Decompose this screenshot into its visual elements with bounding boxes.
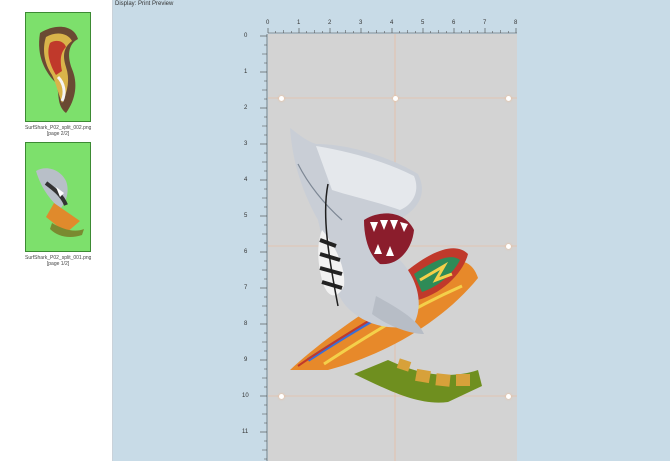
ruler-label: 2 [328, 20, 332, 26]
ruler-label: 7 [483, 20, 487, 26]
resize-handle-icon[interactable] [279, 394, 284, 399]
ruler-label: 7 [244, 285, 248, 291]
ruler-label: 3 [359, 20, 363, 26]
ruler-label: 5 [421, 20, 425, 26]
ruler-label: 6 [452, 20, 456, 26]
thumbnail-item[interactable]: SurfShark_P02_split_001.png [page 1/2] [25, 142, 91, 267]
ruler-label: 8 [514, 20, 518, 26]
resize-handle-icon[interactable] [506, 244, 511, 249]
ruler-label: 1 [244, 69, 248, 75]
ruler-label: 3 [244, 141, 248, 147]
shark-tail-thumb-icon [39, 26, 78, 113]
ruler-label: 11 [242, 429, 249, 435]
ruler-label: 4 [390, 20, 394, 26]
print-preview-window: SurfShark_P02_split_002.png [page 2/2] S… [0, 0, 670, 461]
print-page[interactable] [268, 34, 517, 461]
resize-handle-icon[interactable] [279, 96, 284, 101]
thumbnail-panel: SurfShark_P02_split_002.png [page 2/2] S… [0, 0, 113, 461]
thumbnail-page: [page 1/2] [46, 261, 70, 267]
display-mode-label: Display: Print Preview [115, 1, 174, 7]
thumbnail-image[interactable] [25, 12, 91, 122]
ruler-label: 4 [244, 177, 248, 183]
preview-workspace[interactable]: Display: Print Preview 0 1 2 3 4 5 6 7 8 0 1 2 3 4 5 6… [113, 0, 670, 461]
ruler-label: 9 [244, 357, 248, 363]
ruler-label: 0 [244, 33, 248, 39]
ruler-label: 0 [266, 20, 270, 26]
resize-handle-icon[interactable] [393, 96, 398, 101]
ruler-label: 1 [297, 20, 301, 26]
shark-head-thumb-icon [36, 168, 84, 237]
thumbnail-item[interactable]: SurfShark_P02_split_002.png [page 2/2] [25, 12, 91, 137]
thumbnail-page: [page 2/2] [46, 131, 70, 137]
ruler-label: 10 [242, 393, 249, 399]
resize-handle-icon[interactable] [506, 96, 511, 101]
horizontal-ruler: 0 1 2 3 4 5 6 7 8 [257, 20, 517, 34]
ruler-label: 2 [244, 105, 248, 111]
ruler-label: 6 [244, 249, 248, 255]
ruler-label: 8 [244, 321, 248, 327]
ruler-label: 5 [244, 213, 248, 219]
horizontal-ruler-ticks [267, 28, 517, 34]
thumbnail-image[interactable] [25, 142, 91, 252]
vertical-ruler: 0 1 2 3 4 5 6 7 8 9 10 11 [238, 33, 268, 461]
resize-handle-icon[interactable] [506, 394, 511, 399]
